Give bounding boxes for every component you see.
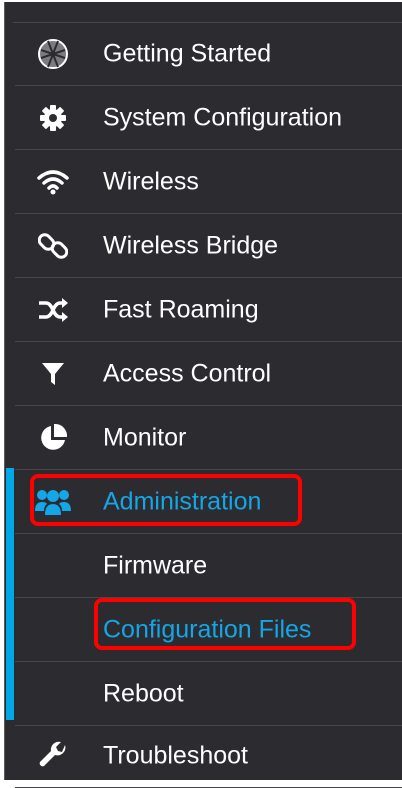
shuffle-icon <box>33 292 73 328</box>
sidebar-item-wireless-bridge[interactable]: Wireless Bridge <box>5 214 402 278</box>
configuration-files-highlight <box>94 598 356 650</box>
pie-chart-icon <box>33 420 73 456</box>
sidebar-item-label: Wireless <box>103 167 199 196</box>
subitem-label: Firmware <box>103 551 208 580</box>
subitem-firmware[interactable]: Firmware <box>5 534 402 598</box>
subitem-label: Reboot <box>103 679 184 708</box>
sidebar-item-access-control[interactable]: Access Control <box>5 342 402 406</box>
sidebar-item-label: Access Control <box>103 359 272 388</box>
globe-icon <box>33 36 73 72</box>
link-icon <box>33 228 73 264</box>
sidebar-item-label: Monitor <box>103 423 187 452</box>
sidebar-item-troubleshoot[interactable]: Troubleshoot <box>5 724 402 788</box>
sidebar-item-fast-roaming[interactable]: Fast Roaming <box>5 278 402 342</box>
administration-highlight <box>30 474 302 526</box>
wifi-icon <box>33 164 73 200</box>
navigation-panel: Getting Started System Configuration Wir… <box>0 0 402 788</box>
sidebar-item-wireless[interactable]: Wireless <box>5 150 402 214</box>
active-section-indicator <box>6 468 14 720</box>
sidebar-item-label: Fast Roaming <box>103 295 259 324</box>
sidebar-item-system-configuration[interactable]: System Configuration <box>5 86 402 150</box>
wrench-icon <box>33 738 73 774</box>
sidebar: Getting Started System Configuration Wir… <box>4 2 402 788</box>
filter-icon <box>33 356 73 392</box>
sidebar-item-label: Wireless Bridge <box>103 231 279 260</box>
sidebar-item-label: System Configuration <box>103 103 343 132</box>
subitem-reboot[interactable]: Reboot <box>5 662 402 726</box>
sidebar-item-label: Troubleshoot <box>103 741 248 770</box>
sidebar-item-label: Getting Started <box>103 39 272 68</box>
gear-icon <box>33 100 73 136</box>
sidebar-item-monitor[interactable]: Monitor <box>5 406 402 470</box>
sidebar-item-getting-started[interactable]: Getting Started <box>5 22 402 86</box>
